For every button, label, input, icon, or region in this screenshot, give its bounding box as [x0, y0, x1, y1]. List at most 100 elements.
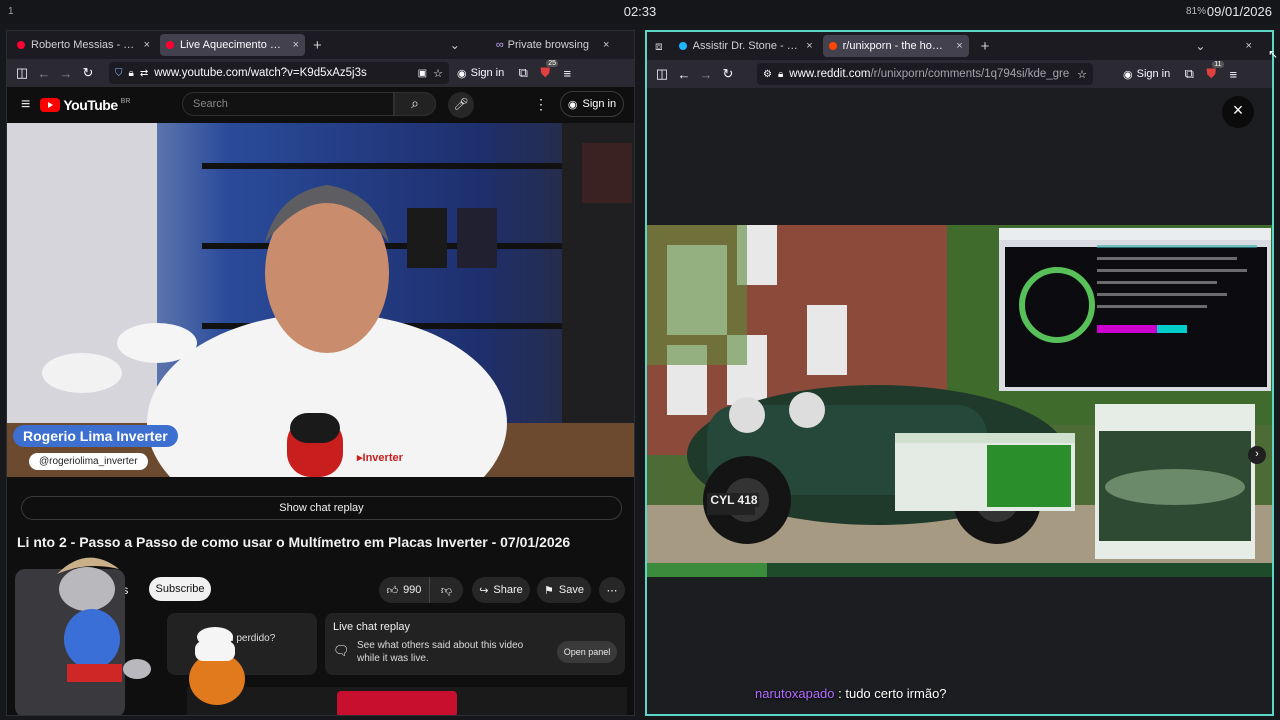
left-tab-strip: Roberto Messias - YouT × Live Aqueciment… [7, 31, 634, 59]
close-tab-icon[interactable]: × [806, 40, 812, 52]
close-tab-icon[interactable]: × [144, 39, 150, 51]
shield-icon[interactable]: ⛉ [115, 68, 123, 79]
video-frame [7, 123, 634, 477]
comment-username: narutoxapado [755, 686, 835, 701]
microphone-icon: 🎤︎ [453, 97, 469, 111]
reload-icon[interactable]: ↻ [77, 65, 99, 81]
back-icon[interactable]: ← [673, 67, 695, 82]
tab-title: Roberto Messias - YouT [31, 39, 138, 51]
private-mask-icon: ∞ [495, 39, 504, 51]
bookmark-star-icon[interactable]: ☆ [1077, 68, 1087, 81]
sidebar-toggle-icon[interactable]: ◫ [651, 66, 673, 82]
share-button[interactable]: ↪ Share [472, 577, 530, 603]
reddit-favicon-icon [828, 42, 837, 50]
thumbnail-banner [337, 691, 457, 715]
youtube-play-icon [40, 98, 61, 112]
youtube-search-input[interactable]: Search [182, 92, 394, 116]
live-chat-replay-description: See what others said about this video wh… [357, 640, 524, 664]
image-lightbox: × CYL 418 › narutoxapado: tudo certo ir… [647, 88, 1272, 714]
voice-search-button[interactable]: 🎤︎ [448, 92, 474, 118]
right-tab-strip: ⧈ Assistir Dr. Stone - Epis × r/unixporn… [647, 32, 1272, 60]
video-player[interactable]: Rogerio Lima Inverter @rogeriolima_inver… [7, 123, 634, 477]
show-chat-replay-button[interactable]: Show chat replay [21, 496, 622, 520]
account-sign-in[interactable]: ◉ Sign in [457, 67, 504, 80]
tab-unixporn[interactable]: r/unixporn - the home fo × [822, 35, 969, 57]
ublock-icon[interactable]: ⛊ 11 [1200, 61, 1224, 82]
date[interactable]: 09/01/2026 [1207, 4, 1272, 19]
sidebar-toggle-icon[interactable]: ◫ [11, 65, 33, 81]
clock[interactable]: 02:33 [610, 4, 670, 19]
streamer-mascot-overlay [15, 557, 245, 715]
new-tab-button[interactable]: + [313, 37, 322, 54]
next-image-button[interactable]: › [1248, 446, 1266, 464]
youtube-sign-in-button[interactable]: ◉ Sign in [560, 91, 624, 117]
extensions-icon[interactable]: ⧉ [1178, 66, 1200, 82]
tab-list-button[interactable]: ⌄ [1195, 39, 1205, 53]
forward-icon[interactable]: → [55, 66, 77, 81]
ublock-icon[interactable]: ⛊ 25 [534, 60, 559, 81]
dislike-button[interactable]: 👎︎ [429, 577, 463, 603]
open-panel-button[interactable]: Open panel [557, 641, 617, 663]
live-chat-replay-title: Live chat replay [333, 621, 411, 633]
search-button[interactable]: ⌕ [394, 92, 436, 116]
menu-icon[interactable]: ≡ [1222, 67, 1244, 82]
close-tab-icon[interactable]: × [956, 40, 962, 52]
address-bar[interactable]: ⛉ 🔒︎ ⇄ www.youtube.com/watch?v=K9d5xAz5j… [109, 62, 449, 84]
like-button[interactable]: 👍︎ 990 [379, 577, 429, 603]
forward-icon[interactable]: → [695, 67, 717, 82]
save-label: Save [558, 584, 584, 596]
close-lightbox-button[interactable]: × [1222, 96, 1254, 128]
bookmark-icon: ⚑ [544, 584, 554, 597]
youtube-logo[interactable]: YouTube BR [40, 97, 130, 113]
search-icon: ⌕ [411, 95, 419, 111]
url-text: www.youtube.com/watch?v=K9d5xAz5j3s [154, 67, 367, 79]
back-icon[interactable]: ← [33, 66, 55, 81]
sign-in-label: Sign in [582, 98, 617, 110]
tab-roberto-messias[interactable]: Roberto Messias - YouT × [11, 34, 156, 56]
tab-title: Live Aquecimento 2 - P [180, 39, 287, 51]
address-bar[interactable]: ⚙ 🔒︎ www.reddit.com/r/unixporn/comments/… [757, 63, 1093, 85]
more-options-icon[interactable]: ⋮ [534, 96, 548, 113]
menu-icon[interactable]: ≡ [556, 66, 578, 81]
share-icon: ↪ [479, 584, 489, 597]
region-code: BR [120, 97, 131, 105]
battery-indicator[interactable]: 81% [1186, 6, 1206, 17]
lock-icon[interactable]: 🔒︎ [129, 68, 134, 79]
youtube-header: ≡ YouTube BR Search ⌕ 🎤︎ ⋮ ◉ Sign in [7, 87, 634, 123]
close-window-icon[interactable]: × [1245, 40, 1251, 52]
reload-icon[interactable]: ↻ [717, 66, 739, 82]
live-chat-replay-card: Live chat replay 🗨︎ See what others said… [325, 613, 625, 675]
system-bar: 1 02:33 81% 09/01/2026 [0, 0, 1280, 24]
chat-comment: narutoxapado : tudo certo irmão? [755, 686, 947, 701]
save-button[interactable]: ⚑ Save [537, 577, 591, 603]
extension-badge: 11 [1212, 61, 1224, 68]
permissions-icon[interactable]: ⇄ [140, 68, 148, 79]
bookmark-star-icon[interactable]: ☆ [433, 67, 443, 80]
tab-dr-stone[interactable]: Assistir Dr. Stone - Epis × [673, 35, 819, 57]
reader-view-icon[interactable]: ▣ [418, 68, 427, 79]
youtube-wordmark: YouTube [63, 97, 118, 113]
more-horizontal-icon: ⋯ [606, 584, 618, 597]
private-browsing-label: Private browsing [507, 39, 589, 51]
permissions-icon[interactable]: ⚙ [763, 69, 772, 80]
close-window-icon[interactable]: × [603, 39, 609, 51]
close-tab-icon[interactable]: × [293, 39, 299, 51]
left-nav-bar: ◫ ← → ↻ ⛉ 🔒︎ ⇄ www.youtube.com/watch?v=K… [7, 59, 634, 87]
tab-list-button[interactable]: ⌄ [450, 38, 460, 52]
hamburger-menu-icon[interactable]: ≡ [21, 96, 30, 114]
right-nav-bar: ◫ ← → ↻ ⚙ 🔒︎ www.reddit.com/r/unixporn/c… [647, 60, 1272, 88]
extensions-icon[interactable]: ⧉ [512, 65, 534, 81]
lock-icon[interactable]: 🔒︎ [778, 69, 783, 80]
thumbs-down-icon: 👎︎ [440, 584, 453, 597]
tab-live-aquecimento[interactable]: Live Aquecimento 2 - P × [160, 34, 305, 56]
streamer-handle-overlay: @rogeriolima_inverter [29, 453, 148, 470]
url-text: www.reddit.com/r/unixporn/comments/1q794… [789, 68, 1070, 80]
new-tab-button[interactable]: + [981, 38, 990, 55]
more-actions-button[interactable]: ⋯ [599, 577, 625, 603]
post-image[interactable]: CYL 418 [647, 225, 1272, 577]
desktop-screenshot-image [647, 225, 1272, 577]
thumbs-up-icon: 👍︎ [386, 584, 399, 597]
workspace-indicator[interactable]: 1 [8, 6, 14, 17]
tab-groups-icon[interactable]: ⧈ [655, 39, 663, 54]
account-sign-in[interactable]: ◉ Sign in [1123, 68, 1170, 81]
